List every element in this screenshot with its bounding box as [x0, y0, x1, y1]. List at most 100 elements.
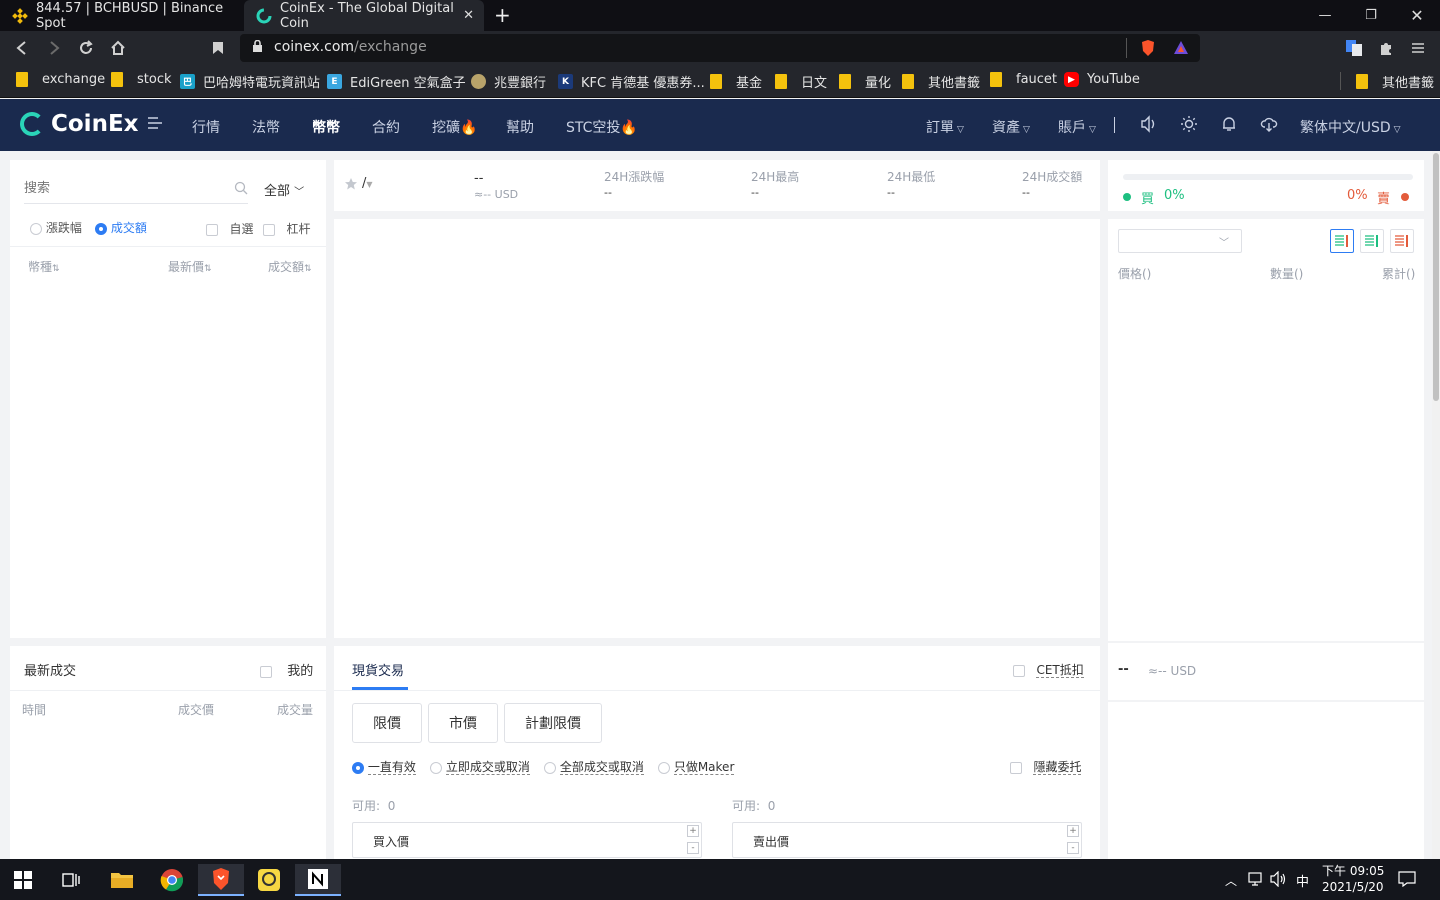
- brave-taskbar-icon[interactable]: [198, 864, 244, 896]
- order-type-stop-limit[interactable]: 計劃限價: [504, 703, 602, 743]
- buy-price-input[interactable]: 買入價 + -: [352, 822, 702, 858]
- bookmark-item[interactable]: 基金: [710, 72, 762, 91]
- notification-bell-icon[interactable]: [1220, 115, 1238, 137]
- tif-maker-only[interactable]: 只做Maker: [658, 758, 735, 775]
- new-tab-icon[interactable]: +: [494, 4, 511, 26]
- nav-market[interactable]: 行情: [192, 117, 220, 137]
- nav-mining[interactable]: 挖礦🔥: [432, 117, 477, 137]
- sort-by-volume[interactable]: 成交額: [95, 219, 147, 236]
- column-volume[interactable]: 成交額⇅: [268, 258, 312, 275]
- close-window-icon[interactable]: ✕: [1394, 0, 1440, 31]
- bookmark-item[interactable]: 其他書籤: [902, 72, 980, 91]
- bookmark-item[interactable]: K KFC 肯德基 優惠券...: [558, 72, 705, 91]
- nav-help[interactable]: 幫助: [506, 117, 534, 137]
- bookmark-item[interactable]: 巴巴哈姆特電玩資訊站: [180, 72, 320, 91]
- coinex-logo[interactable]: CoinEx: [20, 111, 139, 137]
- nav-fiat[interactable]: 法幣: [252, 117, 280, 137]
- tif-ioc[interactable]: 立即成交或取消: [430, 758, 530, 775]
- extensions-icon[interactable]: [1375, 37, 1397, 59]
- page-scrollbar[interactable]: [1432, 151, 1440, 859]
- my-trades-checkbox[interactable]: 我的: [260, 660, 313, 679]
- nav-orders[interactable]: 訂單 ▽: [926, 117, 964, 137]
- task-view-icon[interactable]: [48, 864, 94, 896]
- volume-icon[interactable]: [1270, 870, 1288, 890]
- tab-spot-trading[interactable]: 現貨交易: [352, 660, 404, 679]
- translate-icon[interactable]: [1343, 37, 1365, 59]
- close-tab-icon[interactable]: ✕: [463, 8, 474, 23]
- bookmark-item[interactable]: 量化: [839, 72, 891, 91]
- tab-coinex[interactable]: CoinEx - The Global Digital Coin ✕: [244, 0, 484, 31]
- bookmark-item[interactable]: faucet: [990, 72, 1057, 87]
- windows-taskbar: ︿ 中 下午 09:05 2021/5/20: [0, 859, 1440, 900]
- column-price[interactable]: 最新價⇅: [168, 258, 212, 275]
- chrome-icon[interactable]: [149, 864, 195, 896]
- action-center-icon[interactable]: [1398, 871, 1416, 890]
- hamburger-icon[interactable]: [148, 116, 162, 134]
- decrement-button[interactable]: -: [687, 842, 699, 854]
- order-type-market[interactable]: 市價: [428, 703, 498, 743]
- scrollbar-thumb[interactable]: [1433, 153, 1439, 401]
- bookmark-item[interactable]: 日文: [775, 72, 827, 91]
- bookmark-icon[interactable]: [207, 37, 229, 59]
- bookmark-item[interactable]: E EdiGreen 空氣盒子: [327, 72, 466, 91]
- search-icon[interactable]: [234, 181, 248, 198]
- decrement-button[interactable]: -: [1067, 842, 1079, 854]
- column-coin[interactable]: 幣種⇅: [28, 258, 60, 275]
- restore-icon[interactable]: ❐: [1348, 0, 1394, 31]
- download-icon[interactable]: [1260, 115, 1278, 137]
- depth-precision-select[interactable]: ﹀: [1118, 229, 1242, 253]
- favorites-checkbox[interactable]: 自選: [206, 220, 253, 237]
- cet-discount-checkbox[interactable]: CET抵扣: [1013, 661, 1084, 678]
- bookmark-item[interactable]: 兆豐銀行: [471, 72, 546, 91]
- view-buy-button[interactable]: [1360, 229, 1384, 253]
- view-both-button[interactable]: [1330, 229, 1354, 253]
- increment-button[interactable]: +: [687, 825, 699, 837]
- view-sell-button[interactable]: [1390, 229, 1414, 253]
- nav-account[interactable]: 賬戶 ▽: [1058, 117, 1096, 137]
- file-explorer-icon[interactable]: [99, 864, 145, 896]
- clock-time[interactable]: 下午 09:05: [1322, 862, 1384, 879]
- sell-price-input[interactable]: 賣出價 + -: [732, 822, 1082, 858]
- filter-dropdown[interactable]: 全部 ﹀: [264, 180, 304, 199]
- menu-icon[interactable]: [1407, 37, 1429, 59]
- sort-by-change[interactable]: 漲跌幅: [30, 219, 82, 236]
- nav-spot[interactable]: 幣幣: [312, 117, 340, 137]
- brave-shields-icon[interactable]: [1140, 39, 1156, 60]
- tif-gtc[interactable]: 一直有效: [352, 758, 416, 775]
- bookmark-other[interactable]: 其他書籤: [1356, 72, 1434, 91]
- nav-futures[interactable]: 合約: [372, 117, 400, 137]
- back-icon[interactable]: [11, 37, 33, 59]
- nav-assets[interactable]: 資產 ▽: [992, 117, 1030, 137]
- order-type-limit[interactable]: 限價: [352, 703, 422, 743]
- clock-date[interactable]: 2021/5/20: [1322, 880, 1384, 894]
- reload-icon[interactable]: [75, 37, 97, 59]
- search-input[interactable]: [24, 174, 248, 204]
- theme-sun-icon[interactable]: [1180, 115, 1198, 137]
- pair-selector[interactable]: /▼: [362, 176, 373, 191]
- hidden-order-checkbox[interactable]: 隱藏委托: [1010, 758, 1082, 775]
- chart-area[interactable]: [334, 219, 1100, 638]
- brave-rewards-icon[interactable]: [1173, 40, 1189, 58]
- ime-indicator[interactable]: 中: [1296, 871, 1309, 890]
- notion-icon[interactable]: [295, 864, 341, 896]
- windows-start-icon[interactable]: [0, 864, 46, 896]
- forward-icon[interactable]: [43, 37, 65, 59]
- nav-stc-airdrop[interactable]: STC空投🔥: [566, 117, 638, 137]
- tif-fok[interactable]: 全部成交或取消: [544, 758, 644, 775]
- leverage-checkbox[interactable]: 杠杆: [263, 220, 310, 237]
- minimize-icon[interactable]: —: [1302, 0, 1348, 31]
- star-icon[interactable]: [344, 177, 358, 194]
- tray-chevron-up-icon[interactable]: ︿: [1225, 872, 1237, 889]
- network-icon[interactable]: [1248, 871, 1264, 890]
- sound-icon[interactable]: [1140, 115, 1158, 137]
- language-currency-select[interactable]: 繁体中文/USD ▽: [1300, 117, 1401, 137]
- bookmark-item[interactable]: stock: [111, 72, 172, 87]
- increment-button[interactable]: +: [1067, 825, 1079, 837]
- tab-binance[interactable]: 844.57 | BCHBUSD | Binance Spot: [0, 0, 244, 31]
- bookmark-item[interactable]: ▶ YouTube: [1064, 72, 1140, 87]
- url-bar[interactable]: coinex.com/exchange: [240, 34, 1200, 62]
- kakaotalk-icon[interactable]: [246, 864, 292, 896]
- bookmark-item[interactable]: exchange: [16, 72, 105, 87]
- home-icon[interactable]: [107, 37, 129, 59]
- search-field[interactable]: [24, 174, 214, 202]
